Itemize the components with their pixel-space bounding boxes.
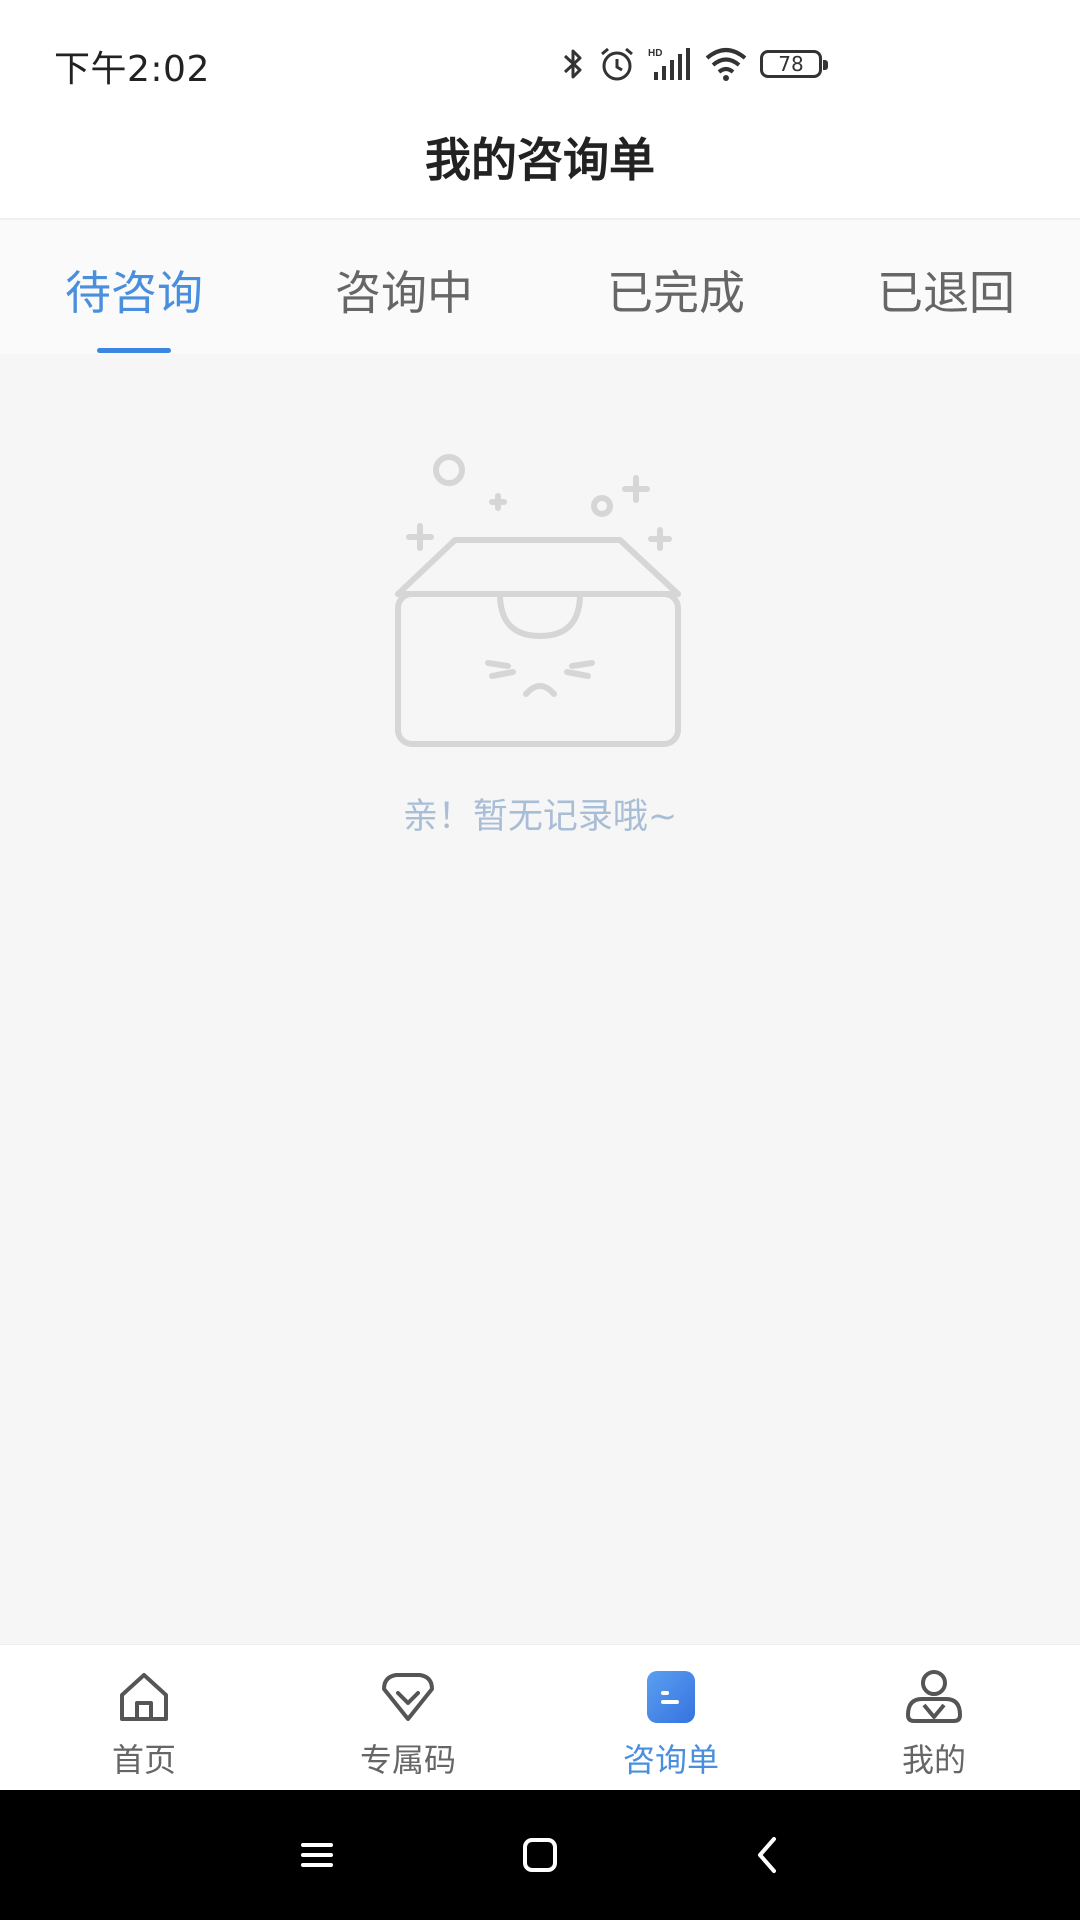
battery-level: 78 (778, 52, 804, 76)
tab-in-progress[interactable]: 咨询中 (304, 258, 504, 328)
tab-returned[interactable]: 已退回 (846, 258, 1046, 328)
status-time: 下午2:02 (54, 49, 210, 90)
back-icon[interactable] (738, 1825, 798, 1885)
user-icon (904, 1667, 964, 1727)
home-icon (114, 1667, 174, 1727)
tab-indicator (97, 348, 171, 353)
page-title: 我的咨询单 (425, 133, 655, 187)
home-square-icon[interactable] (510, 1825, 570, 1885)
nav-exclusive-code-label: 专属码 (359, 1741, 456, 1779)
system-nav-bar (0, 1790, 1080, 1920)
nav-consult-orders[interactable]: 咨询单 (571, 1645, 771, 1791)
tab-completed[interactable]: 已完成 (576, 258, 776, 328)
status-icons: HD 78 (560, 40, 828, 88)
nav-mine[interactable]: 我的 (834, 1645, 1034, 1791)
wifi-icon (704, 46, 748, 82)
diamond-icon (378, 1667, 438, 1727)
nav-home[interactable]: 首页 (44, 1645, 244, 1791)
alarm-icon (598, 45, 636, 83)
menu-icon[interactable] (287, 1825, 347, 1885)
nav-exclusive-code[interactable]: 专属码 (308, 1645, 508, 1791)
nav-mine-label: 我的 (901, 1741, 966, 1779)
app-screen: 下午2:02 HD 78 我的咨询单 待咨询 咨询中 已完成 已退回 亲！暂无记… (0, 0, 1080, 1920)
empty-state-message: 亲！暂无记录哦~ (402, 797, 678, 837)
bluetooth-icon (560, 46, 586, 82)
status-bar: 下午2:02 HD 78 (0, 0, 1080, 128)
bottom-nav: 首页 专属码 咨询单 我的 (0, 1644, 1080, 1790)
svg-text:HD: HD (648, 48, 662, 59)
battery-icon: 78 (760, 50, 828, 78)
document-icon (641, 1667, 701, 1727)
nav-consult-orders-label: 咨询单 (622, 1741, 719, 1779)
tab-pending[interactable]: 待咨询 (34, 258, 234, 328)
hd-signal-icon: HD (648, 46, 692, 82)
empty-box-icon (390, 448, 690, 748)
nav-home-label: 首页 (111, 1741, 176, 1779)
tab-bar: 待咨询 咨询中 已完成 已退回 (0, 220, 1080, 354)
header: 我的咨询单 (0, 128, 1080, 220)
